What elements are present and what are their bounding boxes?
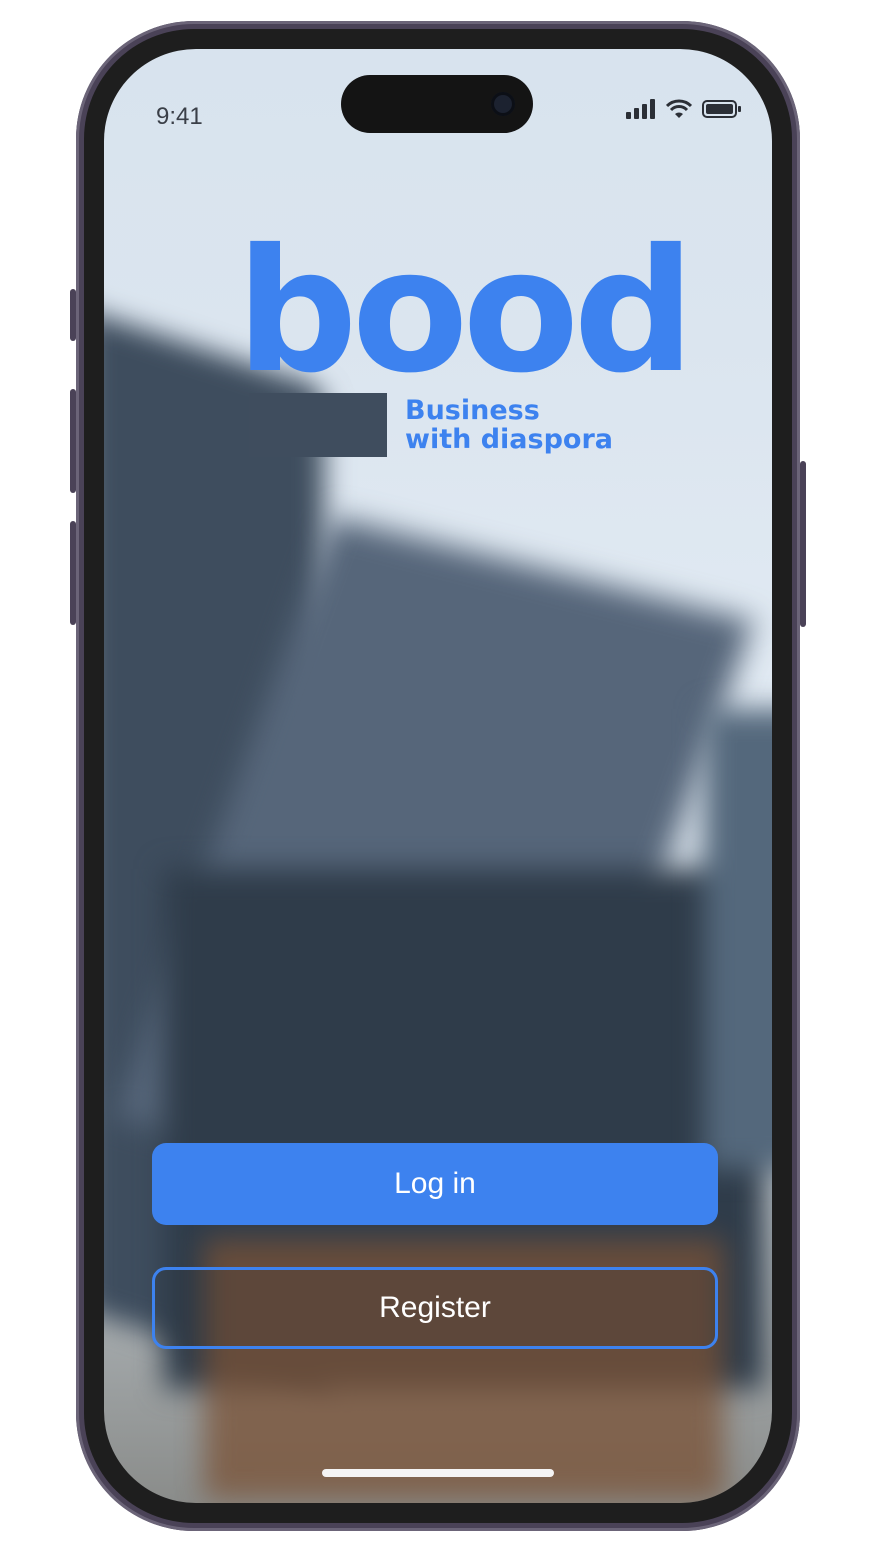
tagline: Business with diaspora <box>249 393 613 457</box>
volume-down-button <box>70 521 76 625</box>
action-button <box>70 289 76 341</box>
tagline-text: Business with diaspora <box>405 396 613 454</box>
volume-up-button <box>70 389 76 493</box>
background-building-right <box>704 709 772 1169</box>
register-button[interactable]: Register <box>152 1267 718 1349</box>
battery-icon <box>702 99 742 123</box>
logo-text: bood <box>236 213 695 411</box>
login-button-label: Log in <box>394 1167 476 1200</box>
tagline-logo-block <box>249 393 387 457</box>
phone-bezel: 9:41 bood Business with diaspora Log in … <box>84 29 792 1523</box>
camera-icon <box>491 92 515 116</box>
app-screen: 9:41 bood Business with diaspora Log in … <box>104 49 772 1503</box>
dynamic-island <box>341 75 533 133</box>
wifi-icon <box>665 99 693 123</box>
login-button[interactable]: Log in <box>152 1143 718 1225</box>
home-indicator[interactable] <box>322 1469 554 1477</box>
register-button-label: Register <box>379 1291 491 1324</box>
status-time: 9:41 <box>156 103 203 130</box>
status-icons <box>626 99 742 123</box>
tagline-line-1: Business <box>405 395 540 426</box>
power-button <box>800 461 806 627</box>
signal-icon <box>626 99 656 123</box>
tagline-line-2: with diaspora <box>405 424 614 455</box>
phone-frame: 9:41 bood Business with diaspora Log in … <box>70 21 806 1531</box>
